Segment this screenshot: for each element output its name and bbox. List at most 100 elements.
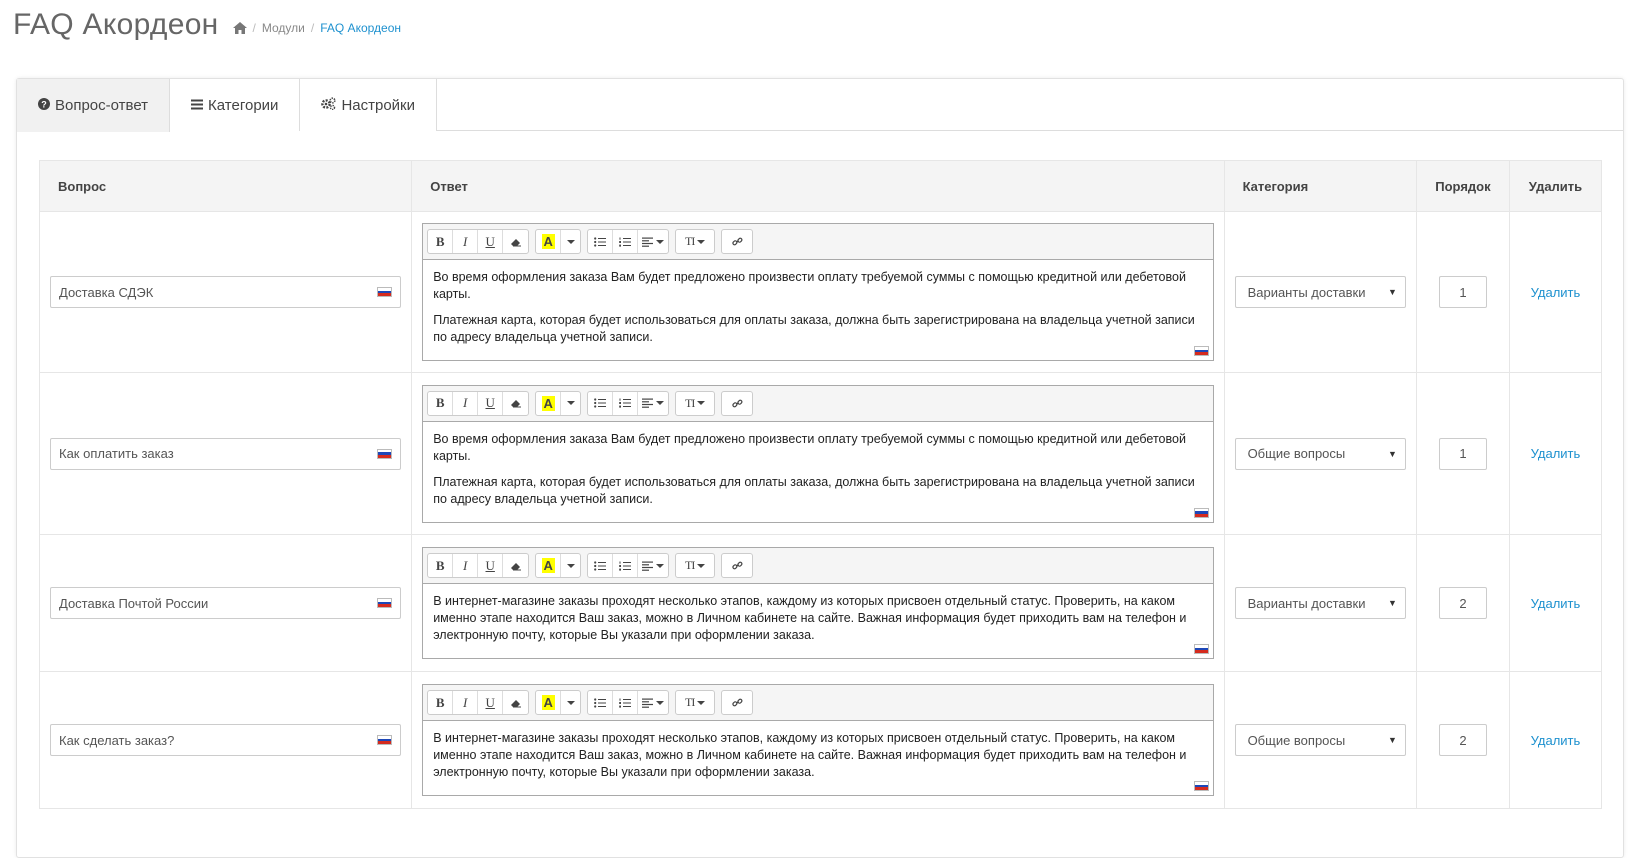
category-select[interactable]: Общие вопросы ▼ (1234, 724, 1406, 756)
category-value: Варианты доставки (1247, 284, 1366, 300)
link-button[interactable] (722, 691, 752, 714)
editor-content[interactable]: В интернет-магазине заказы проходят неск… (423, 584, 1212, 658)
tab-qa[interactable]: ? Вопрос-ответ (17, 79, 171, 132)
editor-content[interactable]: Во время оформления заказа Вам будет пре… (423, 260, 1212, 360)
category-select[interactable]: Варианты доставки ▼ (1234, 276, 1406, 308)
italic-icon: I (463, 694, 468, 710)
link-group (721, 229, 754, 254)
highlight-button[interactable]: A (536, 691, 562, 714)
font-size-button[interactable]: TI (676, 230, 714, 253)
question-input[interactable]: Как сделать заказ? (50, 724, 402, 756)
italic-button[interactable]: I (453, 554, 479, 577)
question-input[interactable]: Доставка СДЭК (50, 276, 402, 308)
caret-down-icon: ▼ (1388, 287, 1397, 297)
category-value: Варианты доставки (1247, 595, 1366, 611)
home-icon[interactable] (232, 21, 247, 35)
link-button[interactable] (722, 230, 752, 253)
align-button[interactable] (638, 230, 668, 253)
editor-content[interactable]: В интернет-магазине заказы проходят неск… (423, 721, 1212, 795)
highlight-button[interactable]: A (536, 391, 562, 415)
delete-link[interactable]: Удалить (1510, 733, 1601, 748)
tab-settings[interactable]: Настройки (300, 79, 437, 131)
bullet-list-button[interactable] (588, 554, 614, 577)
answer-paragraph: Платежная карта, которая будет использов… (433, 313, 1195, 344)
numbered-list-button[interactable] (613, 230, 639, 253)
font-size-icon: TI (685, 234, 695, 248)
paragraph-group (587, 553, 670, 578)
bullet-list-button[interactable] (588, 230, 614, 253)
editor-toolbar: B I U A TI (423, 548, 1213, 584)
delete-link[interactable]: Удалить (1510, 285, 1601, 300)
tab-bar: ? Вопрос-ответ Категории Настройки (17, 79, 1623, 132)
numbered-list-button[interactable] (613, 554, 639, 577)
order-input[interactable]: 1 (1438, 437, 1487, 470)
breadcrumb-modules[interactable]: Модули (262, 21, 305, 35)
numbered-list-button[interactable] (613, 691, 639, 714)
order-input[interactable]: 2 (1438, 587, 1487, 619)
font-size-icon: TI (685, 695, 695, 709)
underline-button[interactable]: U (478, 691, 504, 714)
align-button[interactable] (638, 392, 668, 415)
color-group: A (535, 553, 582, 578)
question-text: Как оплатить заказ (59, 446, 174, 461)
underline-button[interactable]: U (478, 554, 504, 577)
order-input[interactable]: 1 (1438, 276, 1487, 308)
highlight-button[interactable]: A (536, 554, 562, 577)
color-dropdown-button[interactable] (561, 691, 580, 714)
font-size-button[interactable]: TI (676, 392, 714, 415)
eraser-button[interactable] (503, 230, 528, 253)
eraser-button[interactable] (503, 392, 528, 415)
header-category: Категория (1223, 160, 1417, 212)
answer-cell: B I U A (411, 534, 1225, 672)
italic-button[interactable]: I (453, 391, 479, 415)
category-select[interactable]: Варианты доставки ▼ (1234, 587, 1406, 619)
highlight-button[interactable]: A (536, 230, 562, 253)
bullet-list-icon (594, 398, 607, 408)
color-dropdown-button[interactable] (561, 392, 580, 415)
category-cell: Общие вопросы ▼ (1223, 671, 1417, 809)
breadcrumb-current[interactable]: FAQ Акордеон (320, 21, 401, 35)
bullet-list-icon (594, 560, 607, 571)
bullet-list-button[interactable] (588, 691, 614, 714)
bold-button[interactable]: B (428, 391, 454, 415)
italic-button[interactable]: I (453, 230, 479, 253)
eraser-button[interactable] (503, 554, 528, 577)
font-size-button[interactable]: TI (676, 691, 714, 714)
category-select[interactable]: Общие вопросы ▼ (1234, 437, 1406, 470)
font-size-button[interactable]: TI (676, 554, 714, 577)
question-input[interactable]: Доставка Почтой России (50, 587, 402, 619)
delete-link[interactable]: Удалить (1510, 446, 1601, 461)
highlight-icon: A (541, 395, 555, 411)
caret-down-icon (656, 239, 665, 244)
table-row: Доставка Почтой России B I U A TI В инте… (38, 534, 1603, 672)
delete-link[interactable]: Удалить (1510, 596, 1601, 611)
bold-button[interactable]: B (428, 691, 454, 714)
link-button[interactable] (722, 392, 752, 415)
align-button[interactable] (638, 691, 668, 714)
underline-icon: U (485, 557, 495, 573)
underline-button[interactable]: U (478, 230, 504, 253)
color-dropdown-button[interactable] (561, 230, 580, 253)
italic-button[interactable]: I (453, 691, 479, 714)
color-dropdown-button[interactable] (561, 554, 580, 577)
bullet-list-button[interactable] (588, 391, 614, 415)
category-cell: Общие вопросы ▼ (1223, 372, 1417, 535)
numbered-list-icon (619, 237, 632, 247)
bullet-list-icon (594, 236, 607, 247)
editor-content[interactable]: Во время оформления заказа Вам будет пре… (423, 422, 1212, 522)
align-button[interactable] (638, 554, 668, 577)
caret-down-icon (566, 700, 575, 705)
caret-down-icon: ▼ (1388, 598, 1397, 608)
bold-icon: B (435, 395, 445, 410)
question-input[interactable]: Как оплатить заказ (50, 437, 402, 470)
link-button[interactable] (722, 554, 752, 577)
category-value: Общие вопросы (1247, 446, 1346, 461)
tab-categories[interactable]: Категории (170, 79, 301, 131)
bold-button[interactable]: B (428, 230, 454, 253)
order-input[interactable]: 2 (1438, 724, 1487, 756)
numbered-list-button[interactable] (613, 391, 639, 415)
eraser-button[interactable] (503, 691, 528, 714)
bold-button[interactable]: B (428, 554, 454, 577)
format-group: B I U (427, 390, 530, 416)
underline-button[interactable]: U (478, 391, 504, 415)
